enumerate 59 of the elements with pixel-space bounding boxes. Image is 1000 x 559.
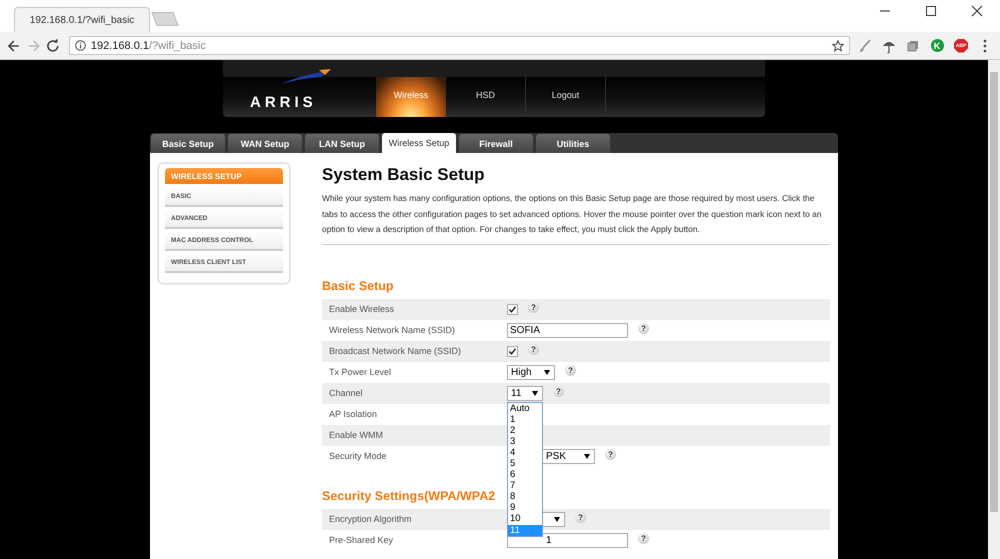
section-heading: Security Settings(WPA/WPA2 — [322, 488, 496, 502]
dropdown-option[interactable]: 8 — [508, 491, 542, 502]
field-label: Channel — [328, 388, 364, 398]
help-button[interactable]: ? — [575, 512, 586, 522]
field-label: Encryption Algorithm — [328, 514, 413, 524]
help-button[interactable]: ? — [528, 302, 539, 312]
section-heading: Basic Setup — [322, 278, 394, 292]
help-button[interactable]: ? — [553, 386, 564, 396]
scrollbar[interactable] — [990, 72, 998, 512]
nav-tab[interactable]: Logout — [526, 77, 606, 117]
dropdown-option[interactable]: 1 — [508, 414, 542, 425]
field-label: Broadcast Network Name (SSID) — [328, 346, 462, 356]
text-field[interactable]: 1 — [507, 532, 628, 548]
sidebar-title: WIRELESS SETUP — [165, 168, 283, 184]
tab[interactable]: Wireless Setup — [382, 133, 456, 153]
caret-icon — [544, 370, 550, 374]
dropdown-option[interactable]: 3 — [508, 436, 542, 447]
field-label: AP Isolation — [328, 409, 378, 419]
help-button[interactable]: ? — [638, 532, 649, 544]
tab[interactable]: LAN Setup — [305, 134, 379, 153]
intro-text: While your system has many configuration options, the options on this Basic Setup page are those required by most users. Click the tabs to access the other configuration pages to set advanced options. Hover the mouse pointer over the question mark icon next to an option to view a description of that option. For changes to take effect, you must click the Apply button. — [322, 191, 830, 244]
field-label: Pre-Shared Key — [328, 535, 394, 545]
caret-icon — [554, 516, 560, 522]
tab[interactable]: Utilities — [536, 134, 610, 153]
checkbox[interactable] — [507, 346, 518, 356]
nav-tab[interactable]: HSD — [446, 77, 526, 117]
help-button[interactable]: ? — [565, 364, 576, 376]
help-button[interactable]: ? — [528, 344, 539, 354]
dropdown[interactable]: High — [507, 364, 555, 380]
field-label: Tx Power Level — [328, 367, 392, 377]
dropdown-option[interactable]: 4 — [508, 446, 542, 458]
caret-icon — [584, 454, 590, 458]
dropdown[interactable]: 11 — [507, 386, 543, 400]
field-label: Enable WMM — [328, 430, 384, 440]
dropdown-option[interactable]: Auto — [508, 402, 542, 414]
address-field[interactable]: 192.168.0.1/?wifi_basic — [68, 36, 850, 55]
tab[interactable]: WAN Setup — [228, 134, 302, 153]
dropdown-option[interactable]: 2 — [508, 424, 542, 436]
star-icon[interactable] — [832, 40, 844, 52]
caret-icon — [532, 390, 538, 396]
logo: ARRIS — [250, 94, 317, 111]
page-title: System Basic Setup — [322, 165, 486, 185]
swoosh-icon — [281, 69, 331, 85]
dropdown-option[interactable]: 9 — [508, 502, 542, 514]
help-button[interactable]: ? — [638, 322, 649, 334]
field-label: Enable Wireless — [328, 304, 396, 314]
tab[interactable]: Firewall — [459, 134, 533, 153]
info-icon[interactable] — [74, 40, 86, 51]
help-button[interactable]: ? — [605, 448, 616, 460]
dropdown-option[interactable]: 10 — [508, 513, 542, 525]
dropdown-option[interactable]: 6 — [508, 469, 542, 480]
checkbox[interactable] — [507, 304, 518, 314]
extension-button[interactable]: K — [930, 39, 944, 52]
dropdown-option[interactable]: 7 — [508, 480, 542, 492]
browser-tab[interactable]: 192.168.0.1/?wifi_basic — [14, 7, 150, 32]
field-label: Wireless Network Name (SSID) — [328, 325, 456, 335]
field-label: Security Mode — [328, 451, 388, 461]
text-field[interactable]: SOFIA — [507, 322, 628, 338]
tab[interactable]: Basic Setup — [151, 134, 225, 153]
